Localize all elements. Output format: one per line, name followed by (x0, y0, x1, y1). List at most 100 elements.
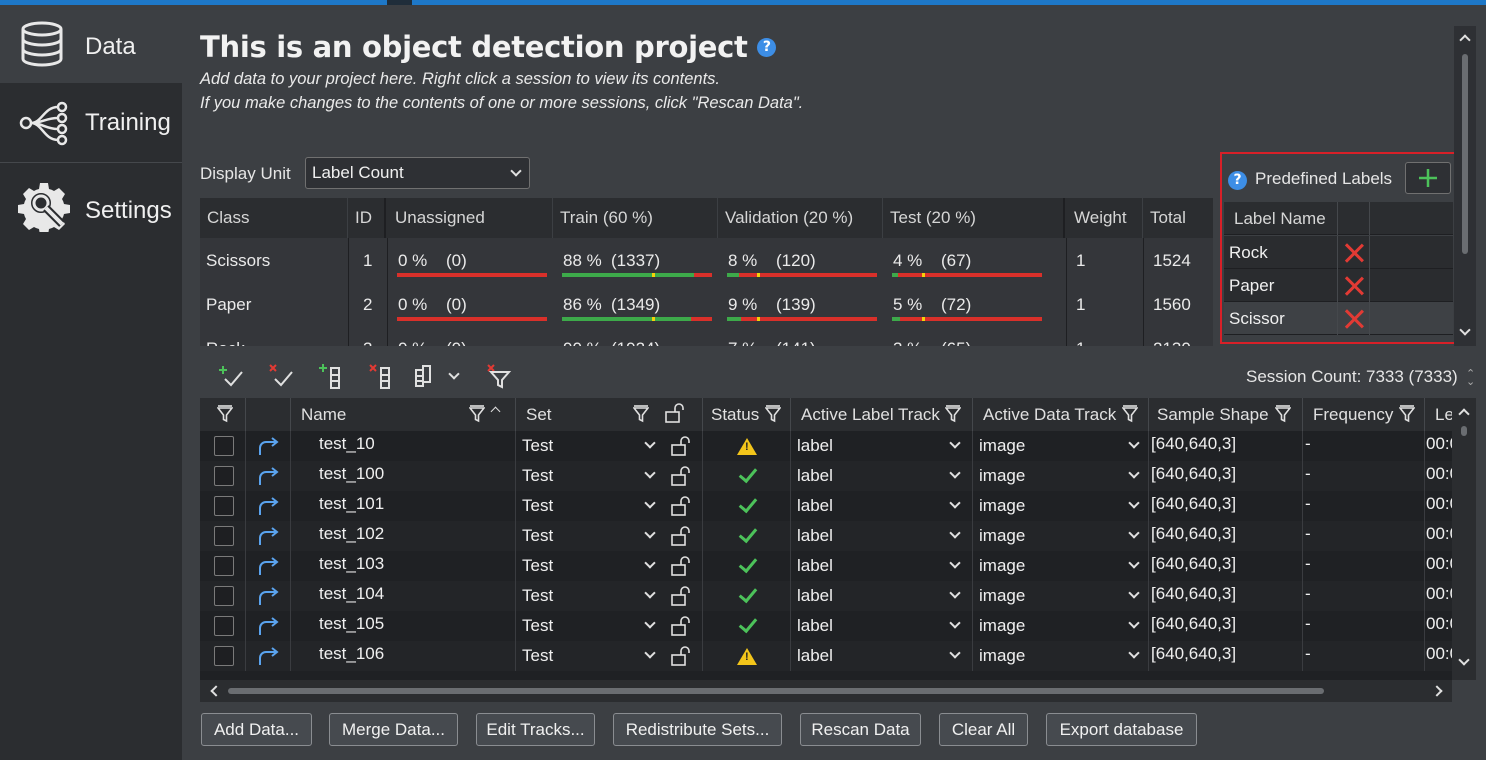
class-weight[interactable]: 1 (1076, 339, 1085, 346)
data-track-select[interactable]: image (973, 431, 1149, 461)
table-row[interactable]: test_102 Test label image [640,640,3]-00:0 (200, 521, 1452, 551)
session-name[interactable]: test_103 (291, 551, 516, 581)
open-session-icon[interactable] (257, 437, 281, 457)
redistribute-sets-button[interactable]: Redistribute Sets... (613, 713, 782, 746)
col-set[interactable]: Set (516, 398, 703, 431)
scroll-down-icon[interactable] (1459, 324, 1471, 336)
label-track-select[interactable]: label (791, 461, 973, 491)
open-session-icon[interactable] (257, 587, 281, 607)
col-active-data-track[interactable]: Active Data Track (973, 398, 1149, 431)
row-checkbox[interactable] (214, 616, 234, 636)
col-active-label-track[interactable]: Active Label Track (791, 398, 973, 431)
grid-vertical-scrollbar[interactable] (1452, 398, 1476, 680)
unlock-icon[interactable] (670, 616, 692, 636)
help-icon[interactable]: ? (1228, 171, 1247, 190)
data-track-select[interactable]: image (973, 491, 1149, 521)
label-track-select[interactable]: label (791, 431, 973, 461)
delete-label-button[interactable] (1338, 269, 1370, 302)
set-select[interactable]: Test (516, 461, 703, 491)
label-track-select[interactable]: label (791, 551, 973, 581)
label-track-select[interactable]: label (791, 581, 973, 611)
set-select[interactable]: Test (516, 611, 703, 641)
col-status[interactable]: Status (703, 398, 791, 431)
set-select[interactable]: Test (516, 551, 703, 581)
unlock-icon[interactable] (670, 556, 692, 576)
open-session-icon[interactable] (257, 467, 281, 487)
label-track-select[interactable]: label (791, 521, 973, 551)
clear-filter-tool[interactable] (485, 362, 513, 390)
session-name[interactable]: test_100 (291, 461, 516, 491)
add-data-button[interactable]: Add Data... (201, 713, 312, 746)
delete-label-button[interactable] (1338, 302, 1370, 335)
clear-all-button[interactable]: Clear All (939, 713, 1028, 746)
filter-icon[interactable] (633, 405, 649, 423)
label-track-select[interactable]: label (791, 491, 973, 521)
scroll-down-icon[interactable] (1458, 654, 1470, 666)
table-row[interactable]: test_101 Test label image [640,640,3]-00:0 (200, 491, 1452, 521)
predefined-label-row[interactable]: Scissor (1224, 302, 1453, 335)
set-select[interactable]: Test (516, 431, 703, 461)
sort-ascending-icon[interactable] (490, 406, 501, 417)
nav-item-training[interactable]: Training (0, 83, 182, 163)
col-length[interactable]: Le (1425, 398, 1452, 431)
session-name[interactable]: test_102 (291, 521, 516, 551)
delete-label-button[interactable] (1338, 236, 1370, 269)
table-row[interactable]: test_103 Test label image [640,640,3]-00:0 (200, 551, 1452, 581)
columns-menu-tool[interactable] (412, 362, 468, 390)
set-select[interactable]: Test (516, 521, 703, 551)
data-track-select[interactable]: image (973, 521, 1149, 551)
col-select-filter[interactable] (200, 398, 246, 431)
session-name[interactable]: test_105 (291, 611, 516, 641)
edit-tracks-button[interactable]: Edit Tracks... (476, 713, 595, 746)
table-row[interactable]: test_105 Test label image [640,640,3]-00:0 (200, 611, 1452, 641)
nav-item-data[interactable]: Data (0, 5, 182, 83)
row-checkbox[interactable] (214, 556, 234, 576)
table-row[interactable]: test_10 Test! label image [640,640,3]-00:0 (200, 431, 1452, 461)
filter-icon[interactable] (1399, 405, 1415, 423)
filter-icon[interactable] (945, 405, 961, 423)
rescan-data-button[interactable]: Rescan Data (800, 713, 921, 746)
table-row[interactable]: test_100 Test label image [640,640,3]-00:0 (200, 461, 1452, 491)
filter-icon[interactable] (1275, 405, 1291, 423)
remove-column-tool[interactable] (367, 362, 395, 390)
data-track-select[interactable]: image (973, 611, 1149, 641)
scroll-up-icon[interactable] (1459, 34, 1471, 46)
set-select[interactable]: Test (516, 641, 703, 671)
page-scrollbar[interactable] (1454, 26, 1476, 346)
table-row[interactable]: test_106 Test! label image [640,640,3]-00:0 (200, 641, 1452, 671)
row-checkbox[interactable] (214, 436, 234, 456)
class-weight[interactable]: 1 (1076, 295, 1085, 315)
row-checkbox[interactable] (214, 586, 234, 606)
col-frequency[interactable]: Frequency (1303, 398, 1425, 431)
scroll-thumb[interactable] (1462, 54, 1468, 254)
filter-icon[interactable] (1122, 405, 1138, 423)
scroll-thumb[interactable] (228, 688, 1324, 694)
nav-item-settings[interactable]: Settings (0, 163, 182, 247)
row-checkbox[interactable] (214, 526, 234, 546)
session-name[interactable]: test_106 (291, 641, 516, 671)
session-name[interactable]: test_101 (291, 491, 516, 521)
scroll-thumb[interactable] (1461, 426, 1467, 436)
class-weight[interactable]: 1 (1076, 251, 1085, 271)
filter-icon[interactable] (765, 405, 781, 423)
add-label-button[interactable] (1405, 162, 1451, 194)
help-icon[interactable]: ? (757, 38, 777, 57)
col-name[interactable]: Name (291, 398, 516, 431)
label-track-select[interactable]: label (791, 611, 973, 641)
row-checkbox[interactable] (214, 496, 234, 516)
display-unit-select[interactable]: Label Count (305, 157, 530, 189)
filter-icon[interactable] (469, 405, 485, 423)
scroll-right-icon[interactable] (1431, 685, 1443, 697)
open-session-icon[interactable] (257, 557, 281, 577)
scroll-up-icon[interactable] (1458, 408, 1470, 420)
row-checkbox[interactable] (214, 466, 234, 486)
session-name[interactable]: test_10 (291, 431, 516, 461)
unlock-icon[interactable] (670, 646, 692, 666)
scroll-left-icon[interactable] (210, 685, 222, 697)
unlock-icon[interactable] (670, 496, 692, 516)
remove-selection-tool[interactable] (267, 362, 295, 390)
unlock-icon[interactable] (664, 403, 686, 423)
open-session-icon[interactable] (257, 497, 281, 517)
table-row[interactable]: test_104 Test label image [640,640,3]-00:0 (200, 581, 1452, 611)
data-track-select[interactable]: image (973, 461, 1149, 491)
